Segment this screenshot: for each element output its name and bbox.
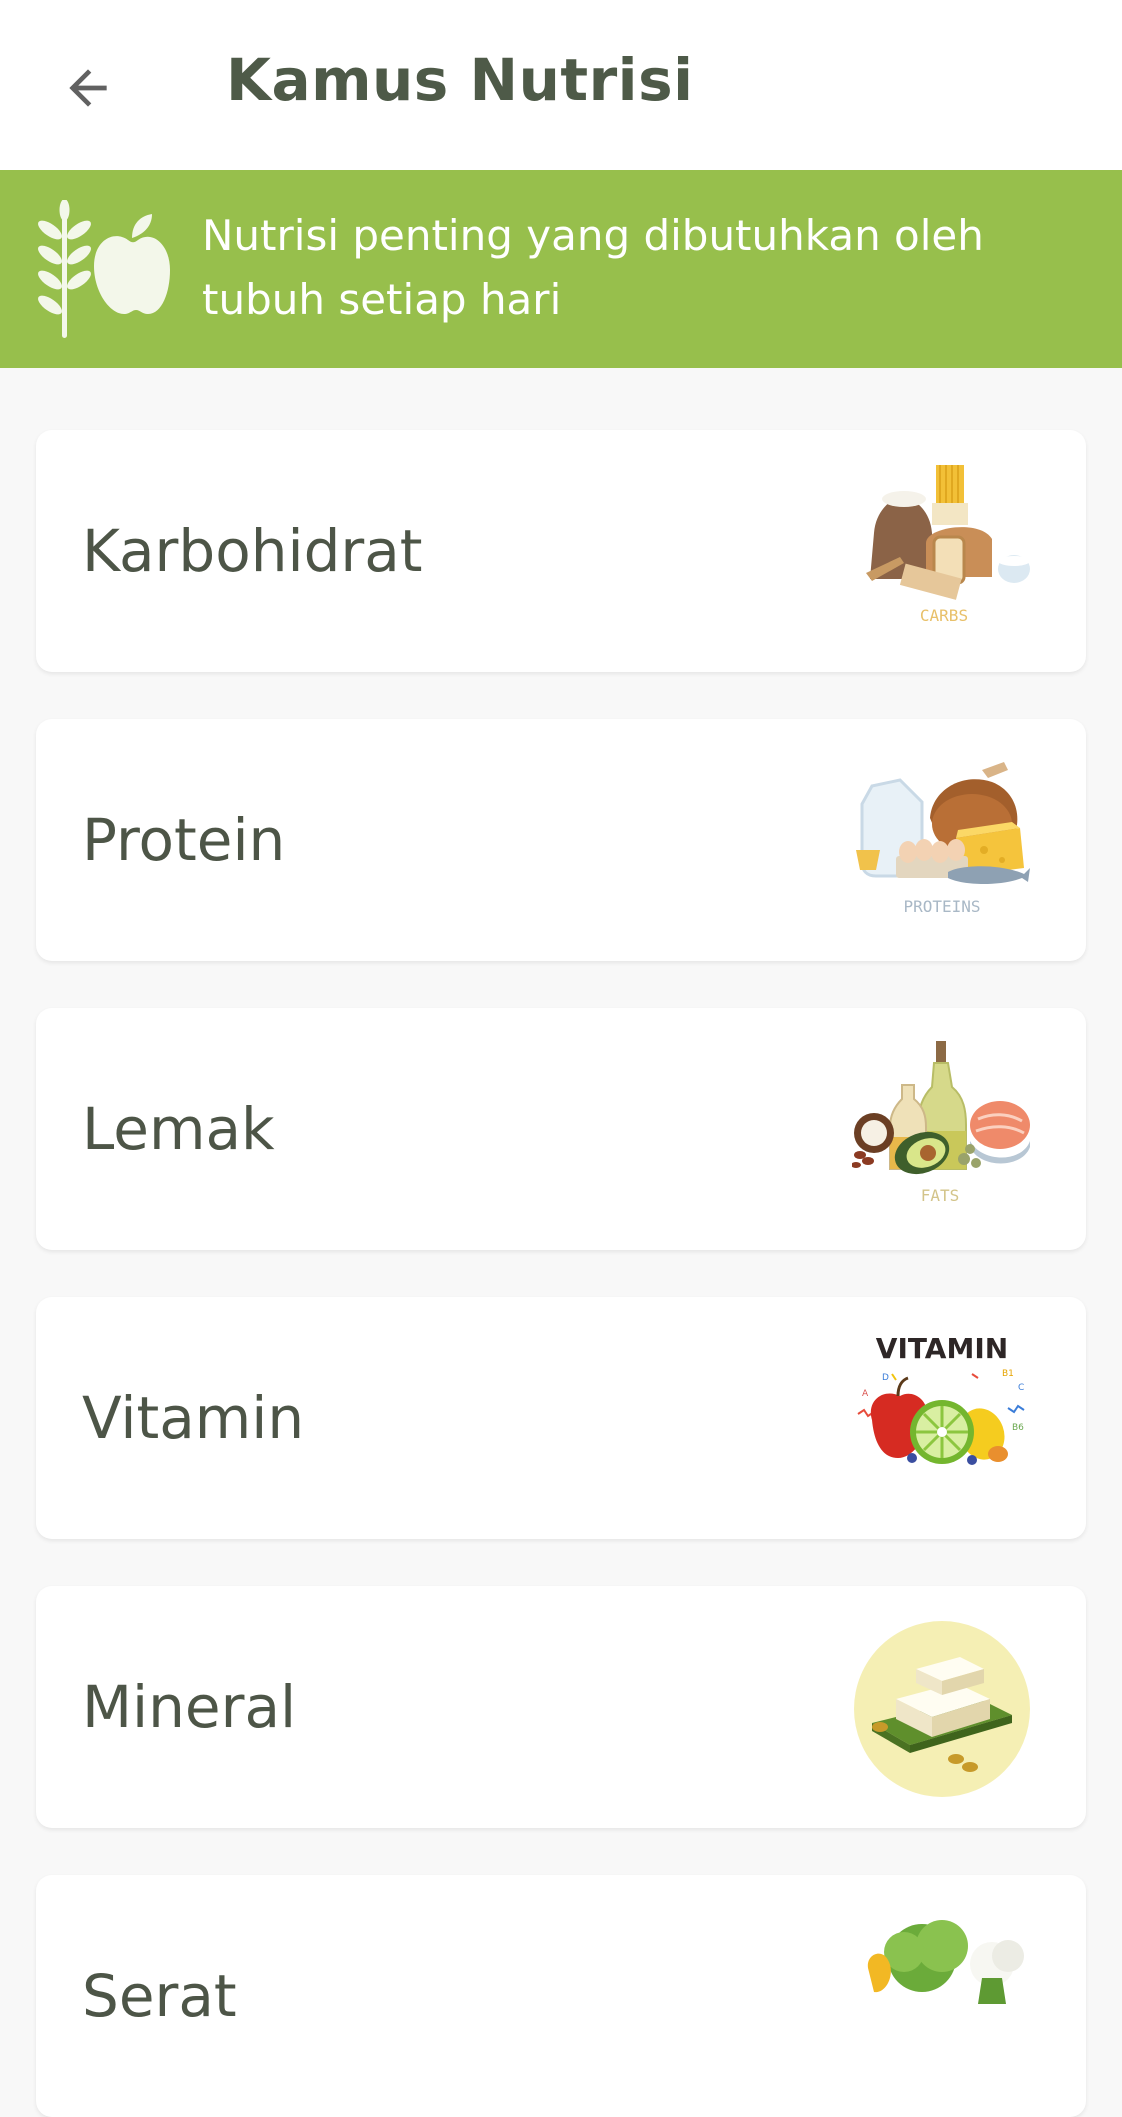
nutrient-card-vitamin[interactable]: Vitamin VITAMIN A C B1 D B6: [36, 1297, 1086, 1539]
svg-text:B6: B6: [1012, 1423, 1024, 1433]
nutrient-label: Protein: [82, 806, 286, 874]
arrow-left-icon: [69, 69, 107, 107]
svg-text:C: C: [1018, 1383, 1024, 1393]
nutrient-card-lemak[interactable]: Lemak FATS: [36, 1008, 1086, 1250]
image-caption: PROTEINS: [903, 897, 980, 916]
nutrient-card-serat[interactable]: Serat: [36, 1875, 1086, 2117]
nutrient-label: Karbohidrat: [82, 517, 423, 585]
info-banner: Nutrisi penting yang dibutuhkan oleh tub…: [0, 170, 1122, 368]
protein-food-illustration: PROTEINS: [856, 762, 1030, 916]
vitamin-fruit-illustration: VITAMIN A C B1 D B6: [857, 1332, 1025, 1465]
image-caption: CARBS: [920, 606, 968, 625]
banner-text: Nutrisi penting yang dibutuhkan oleh tub…: [202, 211, 984, 324]
nutrient-card-protein[interactable]: Protein PROTEINS: [36, 719, 1086, 961]
nutrient-card-mineral[interactable]: Mineral: [36, 1586, 1086, 1828]
svg-text:D: D: [882, 1373, 889, 1383]
image-caption: FATS: [921, 1186, 960, 1205]
nutrient-label: Lemak: [82, 1095, 275, 1163]
svg-text:A: A: [862, 1389, 869, 1399]
fats-food-illustration: FATS: [852, 1041, 1030, 1205]
wheat-apple-icon: [38, 200, 170, 338]
carbs-food-illustration: CARBS: [866, 465, 1030, 625]
app-bar: Kamus Nutrisi: [0, 0, 1122, 170]
image-caption: VITAMIN: [876, 1332, 1008, 1365]
page-title: Kamus Nutrisi: [226, 46, 694, 114]
vegetable-illustration: [867, 1920, 1024, 2004]
nutrient-label: Mineral: [82, 1673, 297, 1741]
nutrient-label: Serat: [82, 1962, 237, 2030]
nutrient-card-karbohidrat[interactable]: Karbohidrat CARBS: [36, 430, 1086, 672]
svg-text:B1: B1: [1002, 1369, 1014, 1379]
nutrient-label: Vitamin: [82, 1384, 305, 1452]
back-button[interactable]: [52, 52, 124, 124]
tofu-illustration: [854, 1621, 1030, 1797]
